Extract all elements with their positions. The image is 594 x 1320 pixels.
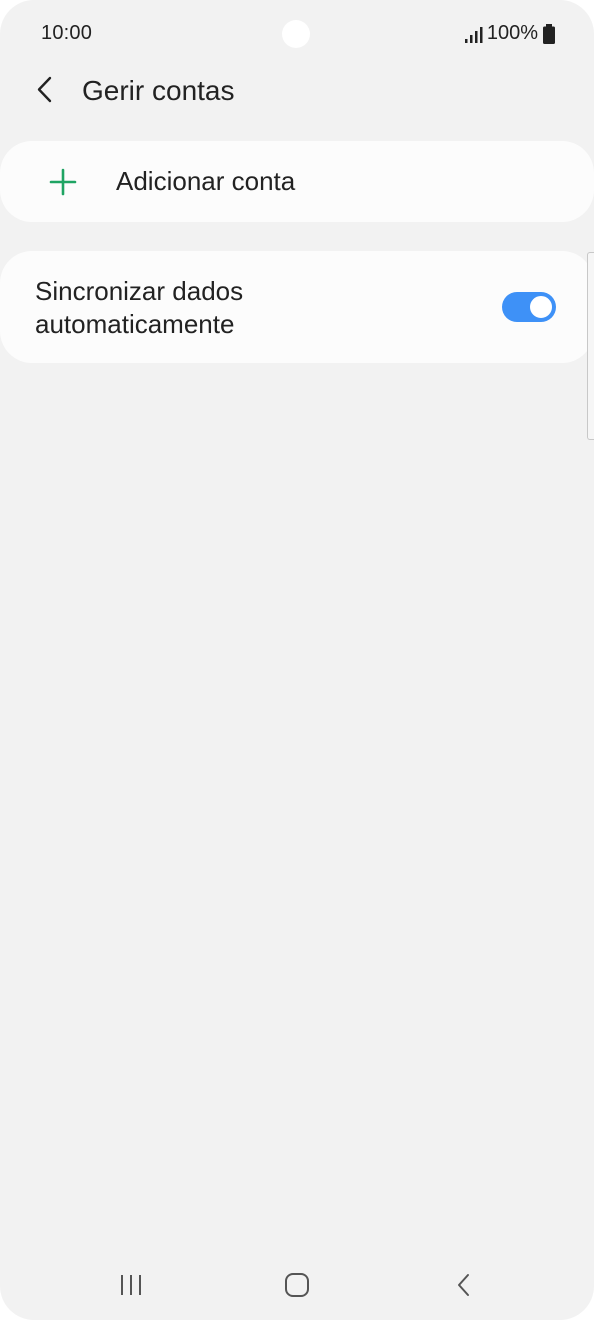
sync-toggle-switch[interactable] (502, 292, 556, 322)
signal-icon (464, 26, 483, 43)
scroll-indicator[interactable] (587, 252, 594, 440)
plus-icon (48, 167, 78, 197)
status-indicators: 100% (464, 22, 556, 45)
add-account-label: Adicionar conta (116, 166, 296, 196)
recents-icon[interactable] (111, 1270, 151, 1300)
navigation-bar (0, 1255, 594, 1315)
status-bar: 10:00 100% (0, 0, 594, 70)
back-icon[interactable] (444, 1270, 484, 1300)
battery-percent: 100% (486, 22, 538, 44)
page-title: Gerir contas (82, 75, 235, 106)
sync-setting-label: Sincronizar dados automaticamente (35, 276, 244, 339)
camera-cutout (282, 20, 310, 48)
chevron-left-icon[interactable] (30, 74, 62, 106)
status-time: 10:00 (41, 22, 93, 44)
phone-screen: 10:00 100% Gerir contas Adicionar conta … (0, 0, 594, 1320)
app-header: Gerir contas (0, 64, 594, 120)
home-icon[interactable] (277, 1270, 317, 1300)
add-account-button[interactable]: Adicionar conta (0, 141, 594, 222)
battery-icon (542, 23, 556, 44)
toggle-knob (528, 294, 554, 320)
